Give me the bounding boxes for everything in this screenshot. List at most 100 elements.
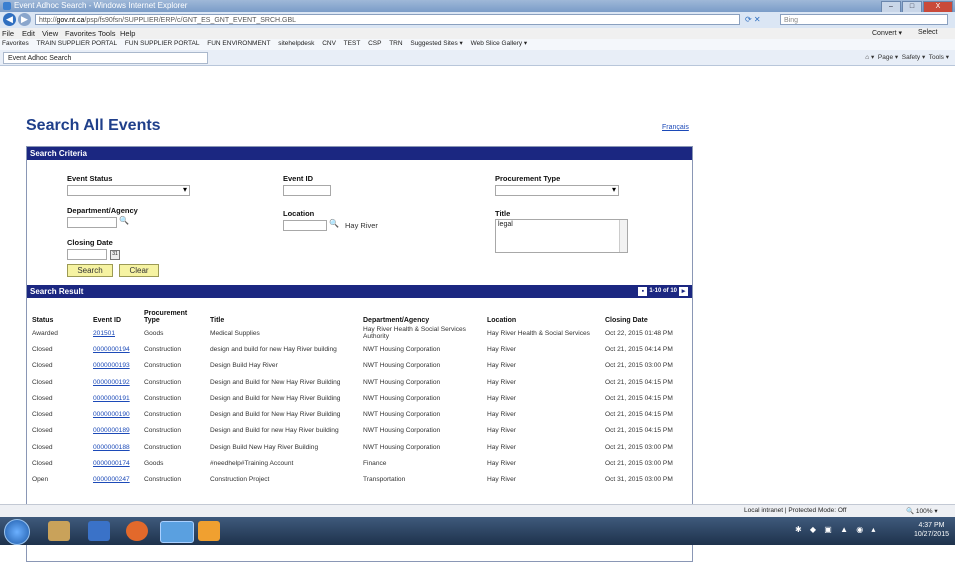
col-procurement-type[interactable]: Procurement Type — [141, 299, 207, 325]
closing-date-input[interactable] — [67, 249, 107, 260]
fav-link-7[interactable]: CSP — [368, 40, 381, 47]
home-icon[interactable]: ⌂ ▾ — [865, 54, 874, 61]
windows-taskbar: ✱ ◆ ▣ ▲ ◉ ▴ 4:37 PM 10/27/2015 — [0, 517, 955, 545]
cell-title: Design and Build for new Hay River build… — [210, 427, 339, 435]
cell-event-id[interactable]: 0000000194 — [90, 341, 141, 357]
cell-event-id[interactable]: 201501 — [90, 325, 141, 341]
cell-event-id[interactable]: 0000000247 — [90, 472, 141, 488]
forward-button[interactable]: ▶ — [18, 13, 31, 26]
next-page-icon[interactable]: ▸ — [679, 287, 688, 296]
cell-status: Closed — [32, 427, 53, 435]
cell-title: Design and Build for New Hay River Build… — [210, 394, 341, 402]
fav-link-6[interactable]: TEST — [344, 40, 361, 47]
fav-link-10[interactable]: Web Slice Gallery ▾ — [471, 40, 528, 47]
refresh-stop-icons[interactable]: ⟳ ✕ — [745, 15, 761, 24]
url-host: gov.nt.ca — [56, 17, 85, 24]
menu-file[interactable]: File — [2, 29, 14, 38]
menu-bar: File Edit View Favorites Tools Help Conv… — [0, 28, 955, 39]
cell-event-id[interactable]: 0000000174 — [90, 455, 141, 471]
menu-tools[interactable]: Tools — [98, 29, 116, 38]
table-row: Closed 0000000192 Construction Design and B… — [29, 374, 689, 390]
cell-department: NWT Housing Corporation — [363, 378, 441, 386]
fav-link-4[interactable]: sitehelpdesk — [278, 40, 314, 47]
favorites-button[interactable]: Favorites — [2, 40, 29, 47]
zoom-level[interactable]: 🔍 100% ▾ — [906, 507, 938, 515]
fav-link-5[interactable]: CNV — [322, 40, 336, 47]
col-location[interactable]: Location — [484, 299, 602, 325]
location-input[interactable] — [283, 220, 327, 231]
cell-procurement-type: Goods — [144, 460, 164, 468]
app-taskbar-icon[interactable] — [198, 521, 220, 541]
fav-link-9[interactable]: Suggested Sites ▾ — [410, 40, 462, 47]
url-prefix: http:// — [39, 17, 57, 24]
cell-procurement-type: Construction — [144, 378, 182, 386]
clear-button[interactable]: Clear — [119, 264, 159, 277]
search-criteria-header: Search Criteria — [27, 147, 692, 160]
select-menu[interactable]: Select — [918, 29, 937, 36]
ie-taskbar-icon[interactable] — [160, 521, 194, 543]
event-status-select[interactable] — [67, 185, 190, 196]
cell-event-id[interactable]: 0000000188 — [90, 439, 141, 455]
table-row: Awarded 201501 Goods Medical Supplies Hay Ri… — [29, 325, 689, 341]
url-path: /psp/fs90fsn/SUPPLIER/ERP/c/GNT_ES_GNT_E… — [84, 17, 297, 24]
table-row: Closed 0000000190 Construction Design and B… — [29, 406, 689, 422]
cell-status: Closed — [32, 443, 53, 451]
cell-location: Hay River — [487, 345, 516, 353]
department-agency-input[interactable] — [67, 217, 117, 228]
search-button[interactable]: Search — [67, 264, 113, 277]
calendar-icon[interactable]: 31 — [110, 250, 120, 260]
cell-location: Hay River — [487, 378, 516, 386]
cell-event-id[interactable]: 0000000192 — [90, 374, 141, 390]
title-value: legal — [498, 221, 513, 228]
procurement-type-label: Procurement Type — [495, 174, 561, 183]
system-tray-icons[interactable]: ✱ ◆ ▣ ▲ ◉ ▴ — [795, 525, 878, 534]
menu-edit[interactable]: Edit — [22, 29, 35, 38]
col-event-id[interactable]: Event ID — [90, 299, 141, 325]
view-all-icon[interactable]: ▪ — [638, 287, 648, 296]
menu-favorites[interactable]: Favorites — [65, 29, 96, 38]
col-title[interactable]: Title — [207, 299, 360, 325]
cell-location: Hay River — [487, 411, 516, 419]
location-lookup-icon[interactable]: 🔍 — [329, 219, 339, 228]
menu-view[interactable]: View — [42, 29, 58, 38]
francais-link[interactable]: Français — [662, 124, 689, 131]
title-scrollbar[interactable] — [619, 220, 627, 252]
fav-link-1[interactable]: TRAIN SUPPLIER PORTAL — [36, 40, 117, 47]
taskbar-clock[interactable]: 4:37 PM 10/27/2015 — [914, 521, 949, 539]
fav-link-3[interactable]: FUN ENVIRONMENT — [207, 40, 270, 47]
cell-event-id[interactable]: 0000000190 — [90, 406, 141, 422]
search-result-title: Search Result — [30, 287, 84, 296]
department-lookup-icon[interactable]: 🔍 — [119, 216, 129, 225]
title-label: Title — [495, 209, 511, 218]
results-header-row: Status Event ID Procurement Type Title D… — [29, 299, 689, 325]
cell-event-id[interactable]: 0000000193 — [90, 358, 141, 374]
safety-menu[interactable]: Safety ▾ — [902, 54, 926, 61]
page-menu[interactable]: Page ▾ — [878, 54, 898, 61]
cell-closing-date: Oct 21, 2015 04:15 PM — [605, 411, 673, 419]
tab-event-adhoc-search[interactable]: Event Adhoc Search — [3, 52, 208, 64]
search-result-header: Search Result ▪ 1-10 of 10 ▸ — [27, 285, 692, 298]
back-button[interactable]: ◀ — [3, 13, 16, 26]
title-textarea[interactable]: legal — [495, 219, 628, 253]
firefox-taskbar-icon[interactable] — [126, 521, 148, 541]
start-button[interactable] — [4, 519, 30, 545]
procurement-type-select[interactable] — [495, 185, 619, 196]
bing-search-input[interactable]: Bing — [780, 14, 948, 25]
col-department[interactable]: Department/Agency — [360, 299, 484, 325]
tools-menu[interactable]: Tools ▾ — [929, 54, 949, 61]
explorer-taskbar-icon[interactable] — [48, 521, 70, 541]
cell-status: Closed — [32, 460, 53, 468]
fav-link-8[interactable]: TRN — [389, 40, 402, 47]
col-status[interactable]: Status — [29, 299, 90, 325]
cell-closing-date: Oct 21, 2015 03:00 PM — [605, 443, 673, 451]
cell-event-id[interactable]: 0000000189 — [90, 423, 141, 439]
col-closing-date[interactable]: Closing Date — [602, 299, 689, 325]
outlook-taskbar-icon[interactable] — [88, 521, 110, 541]
menu-help[interactable]: Help — [120, 29, 135, 38]
fav-link-2[interactable]: FUN SUPPLIER PORTAL — [125, 40, 200, 47]
cell-event-id[interactable]: 0000000191 — [90, 390, 141, 406]
url-input[interactable]: http://gov.nt.ca/psp/fs90fsn/SUPPLIER/ER… — [35, 14, 740, 25]
convert-menu[interactable]: Convert ▾ — [872, 29, 902, 37]
event-id-input[interactable] — [283, 185, 331, 196]
search-panel: Search Criteria Event Status Event ID Pr… — [26, 146, 693, 562]
